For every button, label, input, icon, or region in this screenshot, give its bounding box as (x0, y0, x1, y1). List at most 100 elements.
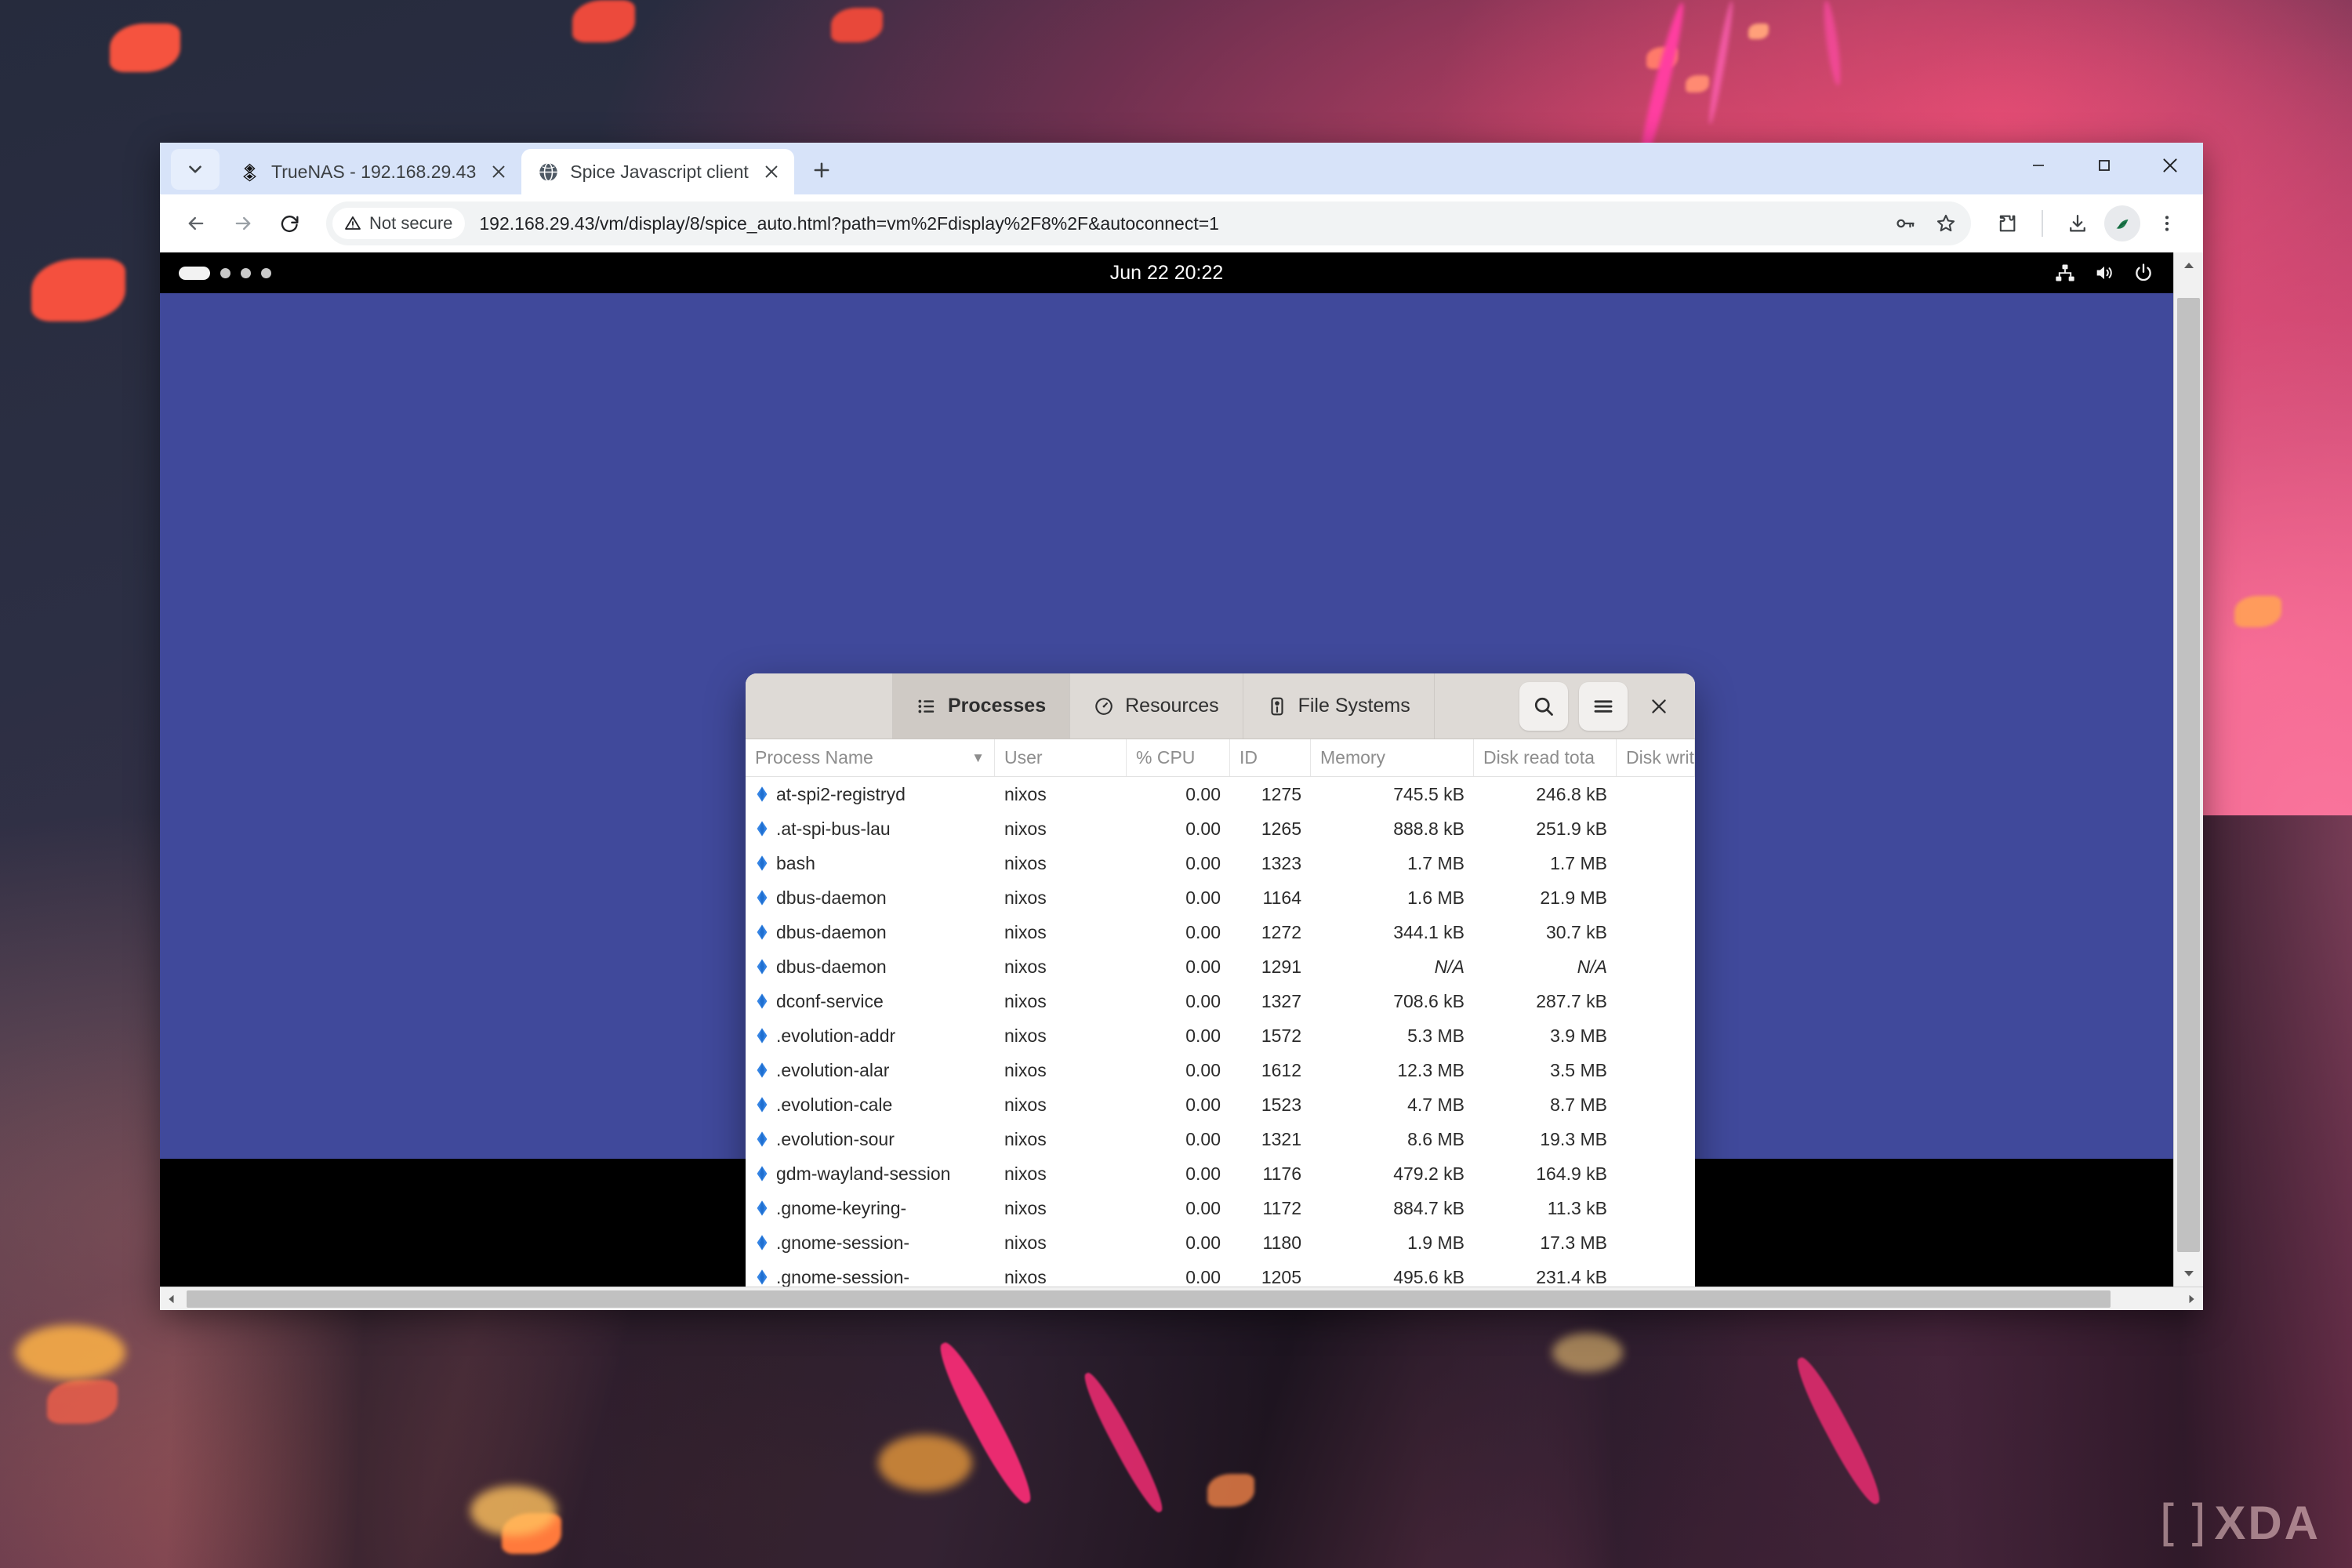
column-header-memory[interactable]: Memory (1311, 739, 1474, 776)
table-row[interactable]: .evolution-addr nixos 0.00 1572 5.3 MB 3.9 MB (746, 1018, 1695, 1053)
scroll-left-button[interactable] (160, 1287, 182, 1311)
horizontal-scroll-thumb[interactable] (187, 1290, 2111, 1308)
table-row[interactable]: gdm-wayland-session nixos 0.00 1176 479.2 kB… (746, 1156, 1695, 1191)
close-icon (765, 165, 778, 178)
scroll-down-button[interactable] (2174, 1260, 2203, 1287)
omnibox[interactable]: Not secure 192.168.29.43/vm/display/8/sp… (326, 201, 1971, 245)
cell-cpu: 0.00 (1185, 887, 1221, 908)
browser-menu-button[interactable] (2145, 201, 2189, 245)
extensions-button[interactable] (1985, 201, 2029, 245)
security-label: Not secure (369, 213, 453, 233)
gnome-clock[interactable]: Jun 22 20:22 (160, 262, 2173, 285)
hamburger-menu-icon (1594, 699, 1613, 713)
table-row[interactable]: .gnome-session-nixos 0.00 1180 1.9 MB 17.3 M… (746, 1225, 1695, 1260)
cell-memory: 888.8 kB (1393, 818, 1465, 839)
table-row[interactable]: .evolution-cale nixos 0.00 1523 4.7 MB 8.7 MB (746, 1087, 1695, 1122)
process-diamond-icon (757, 1166, 768, 1181)
wallpaper-petal (831, 8, 883, 42)
bookmark-button[interactable] (1927, 205, 1965, 242)
scroll-up-button[interactable] (2174, 252, 2203, 279)
window-close-button[interactable] (2137, 143, 2203, 188)
workspace-indicator[interactable] (179, 266, 271, 280)
app-menu-button[interactable] (1579, 681, 1628, 731)
workspace-active-pill (179, 266, 210, 280)
tab-label: Resources (1125, 695, 1219, 717)
cell-cpu: 0.00 (1185, 1266, 1221, 1287)
password-manager-button[interactable] (1886, 205, 1924, 242)
page-vertical-scrollbar[interactable] (2173, 252, 2203, 1287)
table-row[interactable]: dconf-service nixos 0.00 1327 708.6 kB 287.7 … (746, 984, 1695, 1018)
window-maximize-button[interactable] (2071, 143, 2137, 188)
table-row[interactable]: .gnome-session-nixos 0.00 1205 495.6 kB 231.… (746, 1260, 1695, 1287)
cell-disk-read-total: 19.3 MB (1540, 1128, 1607, 1149)
table-row[interactable]: bash nixos 0.00 1323 1.7 MB 1.7 MB (746, 846, 1695, 880)
column-header-id[interactable]: ID (1230, 739, 1311, 776)
process-diamond-icon (757, 1235, 768, 1250)
forward-button[interactable] (221, 201, 265, 245)
gnome-status-area[interactable] (2054, 262, 2154, 284)
browser-tab-spice[interactable]: Spice Javascript client (521, 149, 794, 194)
window-close-button[interactable] (1639, 682, 1679, 731)
tab-close-button[interactable] (760, 160, 783, 183)
window-minimize-button[interactable] (2005, 143, 2071, 188)
column-header-cpu[interactable]: % CPU (1127, 739, 1230, 776)
table-row[interactable]: dbus-daemon nixos 0.00 1272 344.1 kB 30.7 kB (746, 915, 1695, 949)
list-icon (918, 699, 935, 713)
cell-user: nixos (1004, 1025, 1047, 1046)
table-row[interactable]: dbus-daemon nixos 0.00 1291 N/A N/A (746, 949, 1695, 984)
site-security-chip[interactable]: Not secure (332, 208, 466, 239)
caret-down-icon (2183, 1271, 2194, 1276)
cell-disk-read-total: 3.9 MB (1550, 1025, 1607, 1046)
cell-process-name: gdm-wayland-session (746, 1163, 995, 1185)
column-header-disk-write[interactable]: Disk writ (1617, 739, 1695, 776)
volume-icon (2096, 266, 2112, 280)
url-text[interactable]: 192.168.29.43/vm/display/8/spice_auto.ht… (479, 213, 1219, 234)
process-diamond-icon (757, 959, 768, 975)
horizontal-scroll-track[interactable] (182, 1287, 2181, 1311)
page-horizontal-scrollbar[interactable] (160, 1287, 2203, 1310)
scroll-right-button[interactable] (2181, 1287, 2203, 1311)
table-row[interactable]: .at-spi-bus-lau nixos 0.00 1265 888.8 kB 251.… (746, 811, 1695, 846)
cell-process-name: .evolution-alar (746, 1060, 995, 1081)
vertical-scroll-thumb[interactable] (2177, 298, 2200, 1252)
column-header-user[interactable]: User (995, 739, 1127, 776)
downloads-button[interactable] (2056, 201, 2100, 245)
tab-resources[interactable]: Resources (1070, 673, 1243, 739)
reload-button[interactable] (268, 201, 312, 245)
speedometer-icon (1095, 697, 1112, 715)
tab-title: Spice Javascript client (570, 161, 749, 182)
column-header-process-name[interactable]: Process Name ▼ (746, 739, 995, 776)
table-row[interactable]: .evolution-sour nixos 0.00 1321 8.6 MB 19.3 M… (746, 1122, 1695, 1156)
cell-process-name: .evolution-cale (746, 1094, 995, 1116)
table-row[interactable]: .evolution-alar nixos 0.00 1612 12.3 MB 3.5 M… (746, 1053, 1695, 1087)
new-tab-button[interactable] (802, 151, 841, 190)
wallpaper-ember (878, 1435, 972, 1491)
table-row[interactable]: dbus-daemon nixos 0.00 1164 1.6 MB 21.9 MB (746, 880, 1695, 915)
cell-process-name: at-spi2-registryd (746, 784, 995, 805)
reload-icon (281, 216, 299, 233)
table-row[interactable]: at-spi2-registryd nixos 0.00 1275 745.5 kB 24… (746, 777, 1695, 811)
process-name-text: .gnome-session- (776, 1232, 910, 1253)
process-name-text: .at-spi-bus-lau (776, 818, 891, 839)
process-name-text: .evolution-addr (776, 1025, 896, 1046)
cell-process-name: dbus-daemon (746, 922, 995, 943)
table-row[interactable]: .gnome-keyring-nixos 0.00 1172 884.7 kB 11.3… (746, 1191, 1695, 1225)
tab-label: File Systems (1298, 695, 1410, 717)
sort-caret-icon: ▼ (971, 750, 985, 765)
cell-disk-read-total: 287.7 kB (1536, 990, 1607, 1011)
tab-search-button[interactable] (171, 149, 220, 190)
column-header-disk-read-total[interactable]: Disk read tota (1474, 739, 1617, 776)
search-button[interactable] (1519, 681, 1568, 731)
process-table-body: at-spi2-registryd nixos 0.00 1275 745.5 kB 24… (746, 777, 1695, 1287)
browser-viewport: Jun 22 20:22 Processes Resources File Sy… (160, 252, 2203, 1287)
browser-tab-truenas[interactable]: TrueNAS - 192.168.29.43 (223, 149, 521, 194)
vm-spice-display[interactable]: Jun 22 20:22 Processes Resources File Sy… (160, 252, 2173, 1287)
cell-user: nixos (1004, 1232, 1047, 1253)
back-button[interactable] (174, 201, 218, 245)
tab-close-button[interactable] (487, 160, 510, 183)
tab-processes[interactable]: Processes (893, 673, 1071, 739)
vertical-scroll-track[interactable] (2174, 279, 2203, 1260)
profile-avatar[interactable] (2104, 205, 2140, 241)
cell-user: nixos (1004, 1266, 1047, 1287)
tab-file-systems[interactable]: File Systems (1243, 673, 1435, 739)
